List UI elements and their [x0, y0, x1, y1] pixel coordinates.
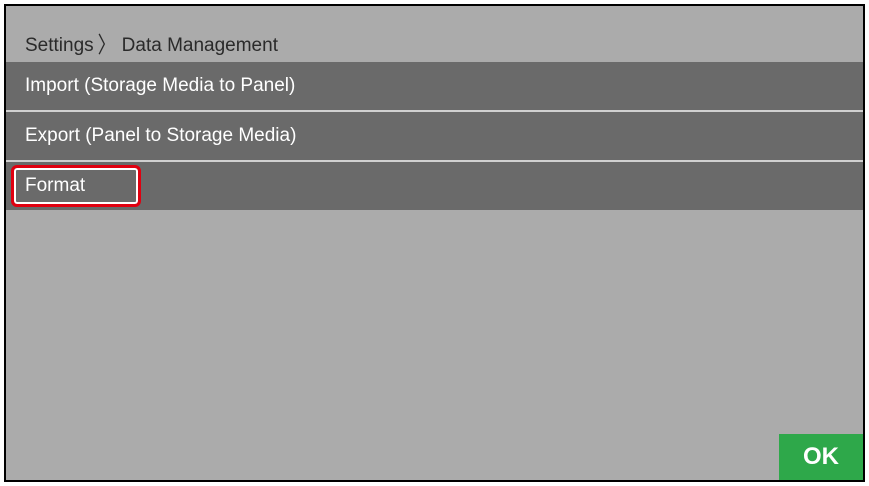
breadcrumb-parent[interactable]: Settings [25, 35, 94, 57]
breadcrumb: Settings 〉 Data Management [6, 6, 863, 62]
menu-item-label: Import (Storage Media to Panel) [25, 75, 296, 96]
breadcrumb-current: Data Management [121, 35, 278, 56]
ok-button[interactable]: OK [779, 434, 863, 480]
menu-item-label: Export (Panel to Storage Media) [25, 125, 297, 146]
menu-item-label: Format [25, 175, 86, 196]
screen-frame: Settings 〉 Data Management Import (Stora… [4, 4, 865, 482]
menu-item-format[interactable]: Format [6, 162, 863, 210]
breadcrumb-separator-icon: 〉 [97, 32, 116, 58]
menu-item-export[interactable]: Export (Panel to Storage Media) [6, 112, 863, 160]
menu-item-import[interactable]: Import (Storage Media to Panel) [6, 62, 863, 110]
